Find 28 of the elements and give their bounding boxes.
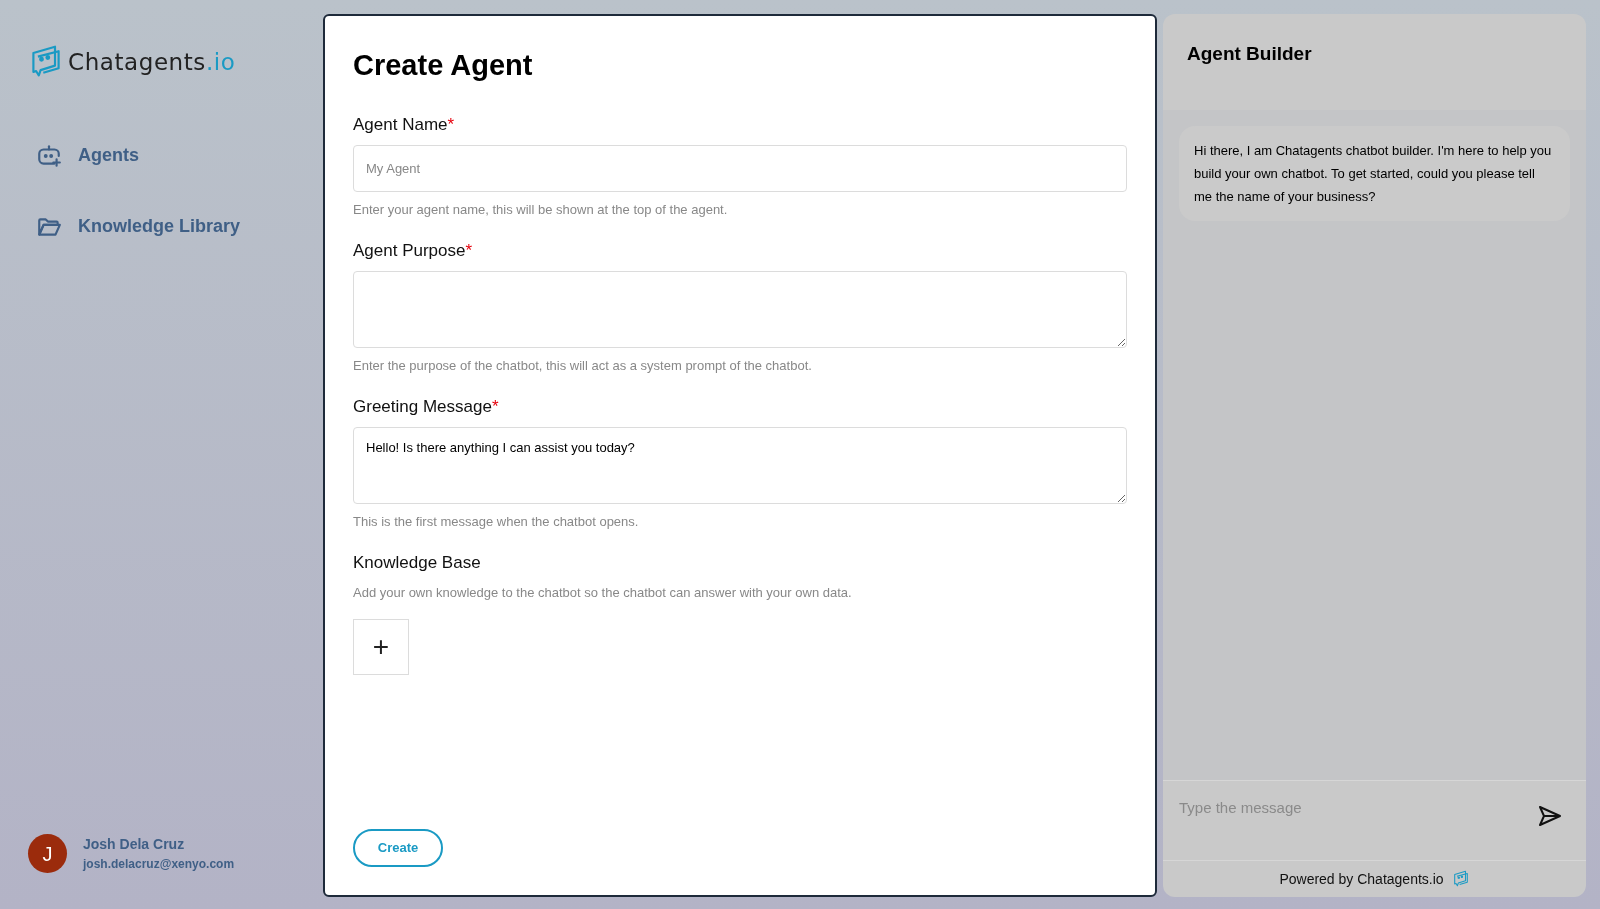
field-label: Greeting Message*: [353, 395, 500, 418]
logo-text: Chatagents.io: [68, 47, 236, 77]
add-knowledge-button[interactable]: +: [353, 618, 409, 675]
field-label: Agent Name*: [353, 113, 456, 136]
field-hint: Enter the purpose of the chatbot, this will act as a system prompt of the chatbot.: [353, 357, 813, 375]
robot-icon: [36, 142, 62, 169]
user-email: josh.delacruz@xenyo.com: [83, 856, 235, 873]
create-button[interactable]: Create: [353, 829, 443, 867]
chat-message: Hi there, I am Chatagents chatbot builder. I'm here to help you build your own chatbot. To get started, could you please tell me the name of your business?: [1179, 126, 1570, 221]
chat-title: Agent Builder: [1187, 41, 1312, 66]
field-hint: This is the first message when the chatbot opens.: [353, 513, 640, 531]
avatar: J: [28, 834, 67, 873]
text-area-field[interactable]: Hello! Is there anything I can assist you today?: [353, 427, 1127, 504]
send-icon: [1538, 805, 1562, 827]
field-label: Agent Purpose*: [353, 239, 474, 262]
text-area-field[interactable]: [353, 271, 1127, 348]
message-input-field[interactable]: Type the message: [1179, 797, 1538, 820]
form-title: Create Agent: [353, 48, 534, 83]
chat-bubbles-logo-icon: [1451, 870, 1470, 888]
user-name: Josh Dela Cruz: [83, 835, 186, 854]
field-label: Knowledge Base: [353, 551, 482, 574]
powered-by-text: Powered by Chatagents.io: [1279, 869, 1444, 889]
send-button[interactable]: [1538, 805, 1562, 827]
text-input-field[interactable]: My Agent: [353, 145, 1127, 192]
sidebar-item[interactable]: Knowledge Library: [36, 213, 295, 240]
field-hint: Enter your agent name, this will be shown at the top of the agent.: [353, 201, 729, 219]
field-hint: Add your own knowledge to the chatbot so the chatbot can answer with your own data.: [353, 584, 853, 602]
sidebar-item[interactable]: Agents: [36, 142, 295, 169]
